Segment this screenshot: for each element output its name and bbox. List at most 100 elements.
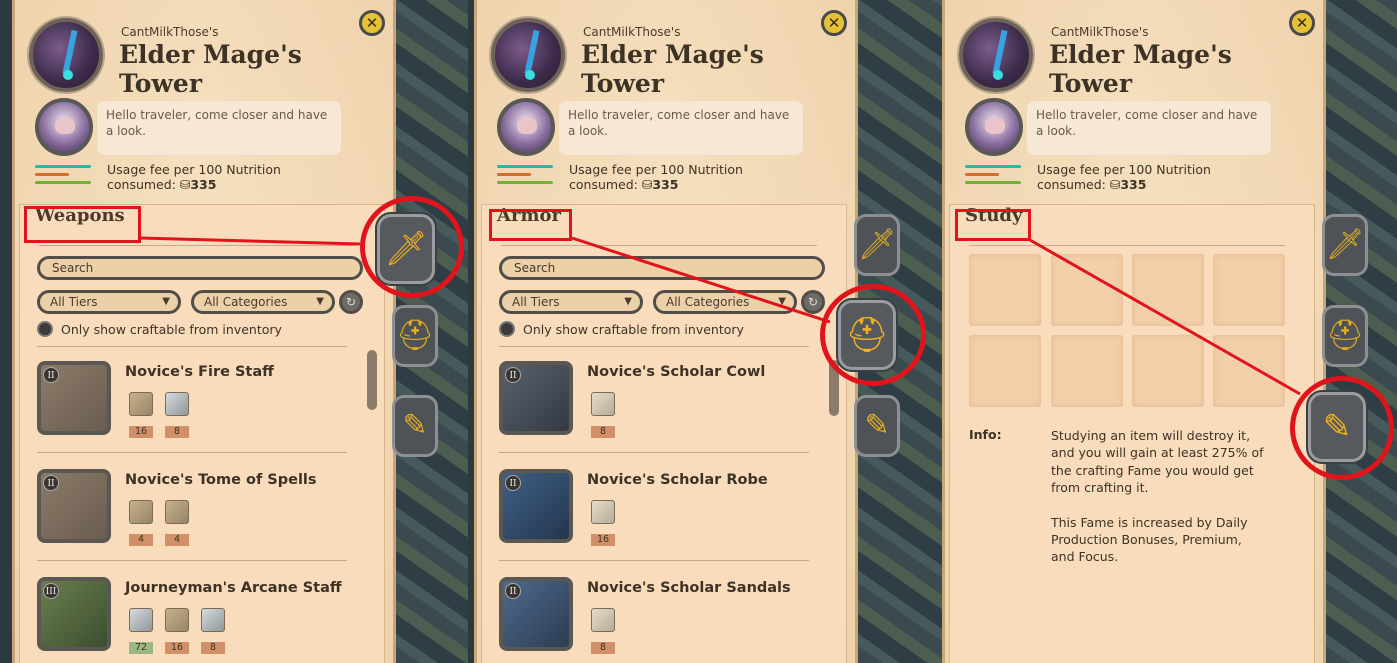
study-slot[interactable] (1132, 254, 1204, 326)
item-name: Novice's Scholar Cowl (587, 364, 766, 380)
section-title: Study (965, 205, 1023, 226)
close-icon: ✕ (365, 13, 379, 32)
close-button[interactable]: ✕ (1289, 10, 1315, 36)
item-icon: II (37, 469, 111, 543)
study-slot[interactable] (1213, 254, 1285, 326)
tab-study[interactable]: ✎ (854, 395, 900, 457)
study-icon: ✎ (402, 408, 428, 443)
section-title: Armor (497, 205, 561, 226)
section-title: Weapons (35, 205, 125, 226)
tab-weapons[interactable]: 🗡 (854, 214, 900, 276)
item-icon: III (37, 577, 111, 651)
study-slot[interactable] (1213, 335, 1285, 407)
refresh-button[interactable]: ↻ (339, 290, 363, 314)
tier-filter-dropdown[interactable]: All Tiers ▼ (37, 290, 181, 314)
owner-name: CantMilkThose's (1051, 25, 1149, 39)
cloth-resource-icon (591, 500, 615, 524)
silver-icon: ⛁ (179, 177, 191, 192)
helmet-icon: ⛑ (1325, 318, 1365, 353)
resource-qty: 16 (129, 426, 153, 438)
sword-icon: 🗡 (857, 227, 897, 262)
npc-greeting: Hello traveler, come closer and have a l… (1027, 101, 1271, 155)
npc-avatar (35, 98, 93, 156)
study-icon: ✎ (864, 408, 890, 443)
chevron-down-icon: ▼ (624, 296, 632, 307)
chevron-down-icon: ▼ (316, 296, 324, 307)
building-title: Elder Mage's Tower (119, 40, 302, 98)
wood-resource-icon (129, 392, 153, 416)
npc-greeting: Hello traveler, come closer and have a l… (559, 101, 803, 155)
close-icon: ✕ (1295, 13, 1309, 32)
nutrition-bars (965, 165, 1021, 189)
close-button[interactable]: ✕ (821, 10, 847, 36)
tab-weapons[interactable]: 🗡 (377, 214, 435, 284)
tab-armor[interactable]: ⛑ (838, 300, 896, 370)
close-button[interactable]: ✕ (359, 10, 385, 36)
craftable-toggle[interactable] (499, 321, 515, 337)
category-filter-dropdown[interactable]: All Categories ▼ (191, 290, 335, 314)
resource-qty: 4 (129, 534, 153, 546)
search-input[interactable]: Search (499, 256, 825, 280)
tab-armor[interactable]: ⛑ (392, 305, 438, 367)
wood-resource-icon (165, 608, 189, 632)
chevron-down-icon: ▼ (162, 296, 170, 307)
owner-name: CantMilkThose's (121, 25, 219, 39)
study-slot[interactable] (1051, 254, 1123, 326)
tab-armor[interactable]: ⛑ (1322, 305, 1368, 367)
item-name: Novice's Scholar Sandals (587, 580, 791, 596)
scrollbar[interactable] (829, 360, 839, 416)
crafting-panel-weapons: ✕ CantMilkThose's Elder Mage's Tower Hel… (12, 0, 396, 663)
helmet-icon: ⛑ (845, 315, 889, 355)
npc-avatar (965, 98, 1023, 156)
nutrition-bars (35, 165, 91, 189)
study-slot[interactable] (969, 335, 1041, 407)
nutrition-bars (497, 165, 553, 189)
usage-fee: Usage fee per 100 Nutrition consumed: ⛁3… (1037, 162, 1211, 192)
resource-qty: 4 (165, 534, 189, 546)
refresh-icon: ↻ (807, 295, 819, 309)
cloth-resource-icon (591, 608, 615, 632)
resource-qty: 72 (129, 642, 153, 654)
scrollbar[interactable] (367, 350, 377, 410)
silver-icon: ⛁ (641, 177, 653, 192)
item-icon: II (499, 577, 573, 651)
search-input[interactable]: Search (37, 256, 363, 280)
chevron-down-icon: ▼ (778, 296, 786, 307)
study-slot[interactable] (1132, 335, 1204, 407)
leather-resource-icon (165, 500, 189, 524)
info-label: Info: (969, 427, 1002, 442)
metal-resource-icon (165, 392, 189, 416)
item-icon: II (499, 469, 573, 543)
tab-study[interactable]: ✎ (1308, 392, 1366, 462)
owner-name: CantMilkThose's (583, 25, 681, 39)
helmet-icon: ⛑ (395, 318, 435, 353)
item-icon: II (37, 361, 111, 435)
silver-icon: ⛁ (1109, 177, 1121, 192)
study-slot[interactable] (1051, 335, 1123, 407)
category-filter-dropdown[interactable]: All Categories ▼ (653, 290, 797, 314)
crafting-panel-study: ✕ CantMilkThose's Elder Mage's Tower Hel… (942, 0, 1326, 663)
metal-resource-icon (201, 608, 225, 632)
resource-qty: 16 (165, 642, 189, 654)
tab-study[interactable]: ✎ (392, 395, 438, 457)
building-portrait (959, 18, 1033, 92)
refresh-button[interactable]: ↻ (801, 290, 825, 314)
npc-avatar (497, 98, 555, 156)
resource-qty: 8 (591, 426, 615, 438)
item-name: Novice's Fire Staff (125, 364, 274, 380)
usage-fee: Usage fee per 100 Nutrition consumed: ⛁3… (107, 162, 281, 192)
resource-qty: 8 (165, 426, 189, 438)
item-name: Journeyman's Arcane Staff (125, 580, 342, 596)
sword-icon: 🗡 (1325, 227, 1365, 262)
craftable-toggle[interactable] (37, 321, 53, 337)
cloth-resource-icon (591, 392, 615, 416)
building-title: Elder Mage's Tower (581, 40, 764, 98)
tab-weapons[interactable]: 🗡 (1322, 214, 1368, 276)
study-slot[interactable] (969, 254, 1041, 326)
tier-filter-dropdown[interactable]: All Tiers ▼ (499, 290, 643, 314)
crafting-panel-armor: ✕ CantMilkThose's Elder Mage's Tower Hel… (474, 0, 858, 663)
item-name: Novice's Scholar Robe (587, 472, 768, 488)
building-title: Elder Mage's Tower (1049, 40, 1232, 98)
building-portrait (491, 18, 565, 92)
craftable-toggle-label: Only show craftable from inventory (61, 322, 282, 337)
